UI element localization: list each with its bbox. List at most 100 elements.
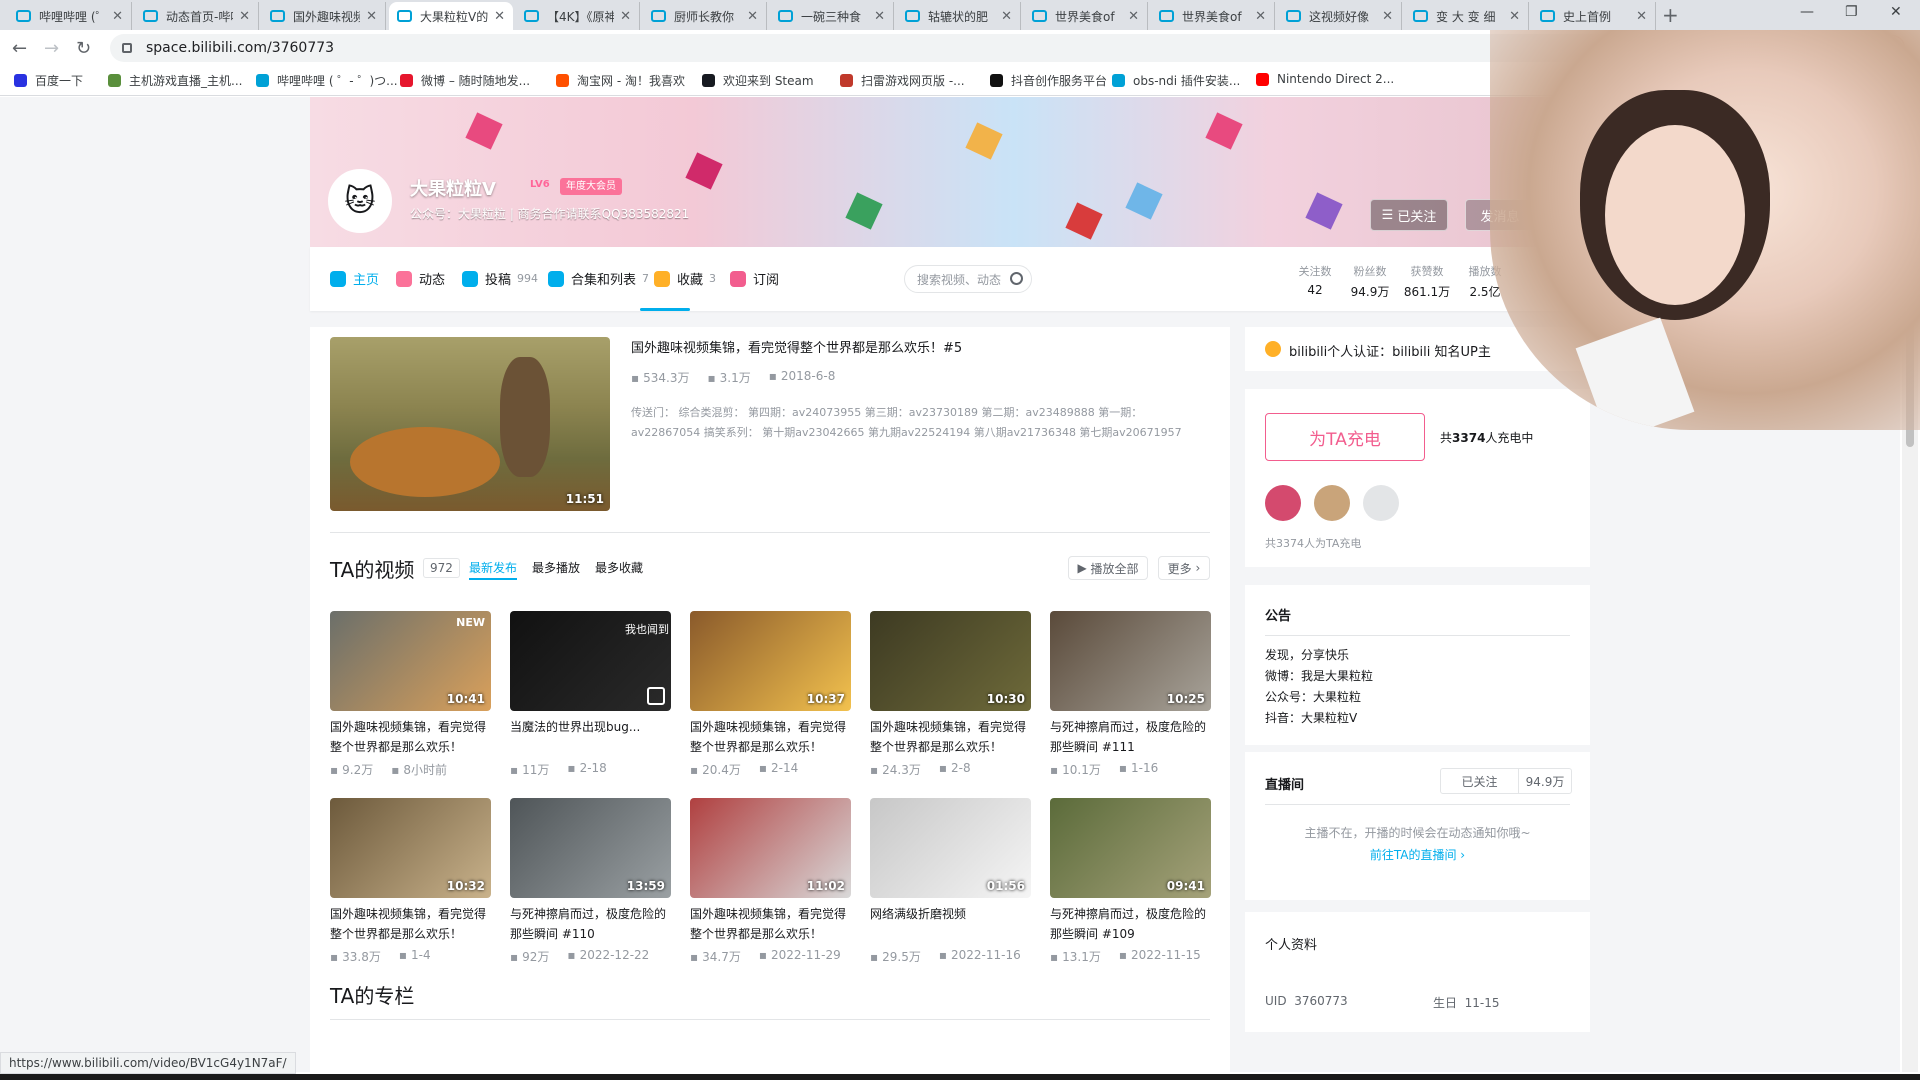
tab-close-icon[interactable]: ✕ [1255, 9, 1266, 24]
tab-close-icon[interactable]: ✕ [112, 9, 123, 24]
tab-close-icon[interactable]: ✕ [1128, 9, 1139, 24]
browser-tab[interactable]: 厨师长教你 ✕ [643, 2, 767, 30]
close-window-icon[interactable]: ✕ [1890, 4, 1902, 20]
top-video-title[interactable]: 国外趣味视频集锦，看完觉得整个世界都是那么欢乐！#5 [631, 337, 962, 356]
video-title[interactable]: 国外趣味视频集锦，看完觉得整个世界都是那么欢乐！ [690, 717, 852, 757]
tab-most-favorited[interactable]: 最多收藏 [595, 559, 643, 576]
search-icon[interactable] [1010, 272, 1023, 285]
video-title[interactable]: 国外趣味视频集锦，看完觉得整个世界都是那么欢乐！ [330, 717, 492, 757]
tab-close-icon[interactable]: ✕ [494, 9, 505, 24]
nav-tab[interactable]: 动态 [396, 269, 445, 288]
browser-tab[interactable]: 变 大 变 细 ✕ [1405, 2, 1529, 30]
video-thumbnail[interactable]: 01:56 [870, 798, 1031, 898]
browser-tab[interactable]: 一碗三种食 ✕ [770, 2, 894, 30]
bookmark-item[interactable]: 淘宝网 - 淘！我喜欢 [556, 72, 685, 89]
video-thumbnail[interactable]: 我也闻到 [510, 611, 671, 711]
browser-tab[interactable]: 史上首例 ✕ [1532, 2, 1656, 30]
tab-close-icon[interactable]: ✕ [239, 9, 250, 24]
video-thumbnail[interactable]: 10:30 [870, 611, 1031, 711]
browser-tab[interactable]: 轱辘状的肥 ✕ [897, 2, 1021, 30]
restore-icon[interactable]: ❐ [1845, 4, 1858, 20]
tab-close-icon[interactable]: ✕ [366, 9, 377, 24]
live-link[interactable]: 前往TA的直播间 › [1245, 846, 1590, 863]
video-thumbnail[interactable]: 09:41 [1050, 798, 1211, 898]
video-date: 2-18 [567, 761, 607, 778]
charger-avatar[interactable] [1314, 485, 1350, 521]
video-title[interactable]: 国外趣味视频集锦，看完觉得整个世界都是那么欢乐！ [330, 904, 492, 944]
nav-tab[interactable]: 收藏 3 [654, 269, 716, 288]
bookmark-item[interactable]: 扫雷游戏网页版 -... [840, 72, 965, 89]
more-button[interactable]: 更多 › [1158, 556, 1210, 580]
bookmark-item[interactable]: Nintendo Direct 2... [1256, 72, 1394, 86]
video-date: 2-8 [939, 761, 971, 778]
bilibili-tab-icon [270, 10, 285, 22]
space-search-input[interactable]: 搜索视频、动态 [904, 265, 1032, 293]
charge-button[interactable]: 为TA充电 [1265, 413, 1425, 461]
user-name[interactable]: 大果粒粒V [410, 175, 496, 201]
profile-stat[interactable]: 粉丝数 94.9万 [1345, 263, 1395, 300]
notice-line: 公众号：大果粒粒 [1265, 690, 1362, 704]
video-plays: 13.1万 [1050, 948, 1101, 965]
browser-tab[interactable]: 动态首页-哔哩哔哩 ✕ [135, 2, 259, 30]
bookmark-item[interactable]: 抖音创作服务平台 [990, 72, 1107, 89]
browser-tab[interactable]: 大果粒粒V的个人空间 ✕ [389, 2, 513, 30]
top-video-thumbnail[interactable]: 11:51 [330, 337, 610, 511]
browser-tab[interactable]: 世界美食of ✕ [1024, 2, 1148, 30]
bookmark-item[interactable]: 百度一下 [14, 72, 83, 89]
bookmark-item[interactable]: obs-ndi 插件安装... [1112, 72, 1240, 89]
video-title[interactable]: 国外趣味视频集锦，看完觉得整个世界都是那么欢乐！ [690, 904, 852, 944]
video-title[interactable]: 国外趣味视频集锦，看完觉得整个世界都是那么欢乐！ [870, 717, 1032, 757]
nav-tab[interactable]: 投稿 994 [462, 269, 538, 288]
follow-button[interactable]: ☰ 已关注 [1370, 199, 1448, 231]
tab-close-icon[interactable]: ✕ [874, 9, 885, 24]
video-thumbnail[interactable]: 10:37 [690, 611, 851, 711]
browser-tab[interactable]: 这视频好像 ✕ [1278, 2, 1402, 30]
video-title[interactable]: 与死神擦肩而过，极度危险的那些瞬间 #110 [510, 904, 672, 944]
video-title[interactable]: 与死神擦肩而过，极度危险的那些瞬间 #111 [1050, 717, 1212, 757]
tab-close-icon[interactable]: ✕ [1382, 9, 1393, 24]
video-thumbnail[interactable]: 10:32 [330, 798, 491, 898]
reload-icon[interactable]: ↻ [76, 38, 91, 59]
avatar[interactable]: 🐱 [328, 169, 392, 233]
video-thumbnail[interactable]: 13:59 [510, 798, 671, 898]
charger-avatar[interactable] [1265, 485, 1301, 521]
new-tab-button[interactable]: + [1662, 3, 1679, 27]
bookmark-icon [840, 74, 853, 87]
video-thumbnail[interactable]: 11:02 [690, 798, 851, 898]
bookmark-icon [256, 74, 269, 87]
live-card: 直播间 已关注 94.9万 主播不在，开播的时候会在动态通知你哦~ 前往TA的直… [1245, 752, 1590, 900]
tab-close-icon[interactable]: ✕ [620, 9, 631, 24]
tab-most-played[interactable]: 最多播放 [532, 559, 580, 576]
back-icon[interactable]: ← [12, 38, 27, 59]
tab-close-icon[interactable]: ✕ [747, 9, 758, 24]
browser-tab[interactable]: 【4K】《原神》 ✕ [516, 2, 640, 30]
nav-tab[interactable]: 订阅 [730, 269, 779, 288]
bookmark-item[interactable]: 欢迎来到 Steam [702, 72, 814, 89]
tab-close-icon[interactable]: ✕ [1636, 9, 1647, 24]
play-all-button[interactable]: ▶ 播放全部 [1068, 556, 1148, 580]
tab-newest[interactable]: 最新发布 [469, 559, 517, 576]
minimize-icon[interactable]: — [1800, 4, 1814, 20]
video-title[interactable]: 与死神擦肩而过，极度危险的那些瞬间 #109 [1050, 904, 1212, 944]
profile-stat[interactable]: 获赞数 861.1万 [1402, 263, 1452, 300]
charger-avatar[interactable] [1363, 485, 1399, 521]
video-title[interactable]: 当魔法的世界出现bug... [510, 717, 672, 737]
tab-close-icon[interactable]: ✕ [1001, 9, 1012, 24]
video-thumbnail[interactable]: 10:41 NEW [330, 611, 491, 711]
live-follow[interactable]: 已关注 [1441, 769, 1519, 793]
tab-close-icon[interactable]: ✕ [1509, 9, 1520, 24]
bookmark-item[interactable]: 微博 – 随时随地发... [400, 72, 530, 89]
video-title[interactable]: 网络满级折磨视频 [870, 904, 1032, 924]
profile-stat[interactable]: 关注数 42 [1290, 263, 1340, 297]
nav-tab[interactable]: 合集和列表 7 [548, 269, 649, 288]
nav-tab[interactable]: 主页 [330, 269, 379, 288]
bookmark-item[interactable]: 哔哩哔哩 ( ゜- ゜)つ... [256, 72, 398, 89]
browser-tab[interactable]: 世界美食of ✕ [1151, 2, 1275, 30]
forward-icon[interactable]: → [44, 38, 59, 59]
live-follow-box[interactable]: 已关注 94.9万 [1440, 768, 1572, 794]
browser-tab[interactable]: 哔哩哔哩 (゜-゜)つ ✕ [8, 2, 132, 30]
bookmark-item[interactable]: 主机游戏直播_主机... [108, 72, 242, 89]
watch-later-icon[interactable] [647, 687, 665, 705]
browser-tab[interactable]: 国外趣味视频集锦 ✕ [262, 2, 386, 30]
video-thumbnail[interactable]: 10:25 [1050, 611, 1211, 711]
